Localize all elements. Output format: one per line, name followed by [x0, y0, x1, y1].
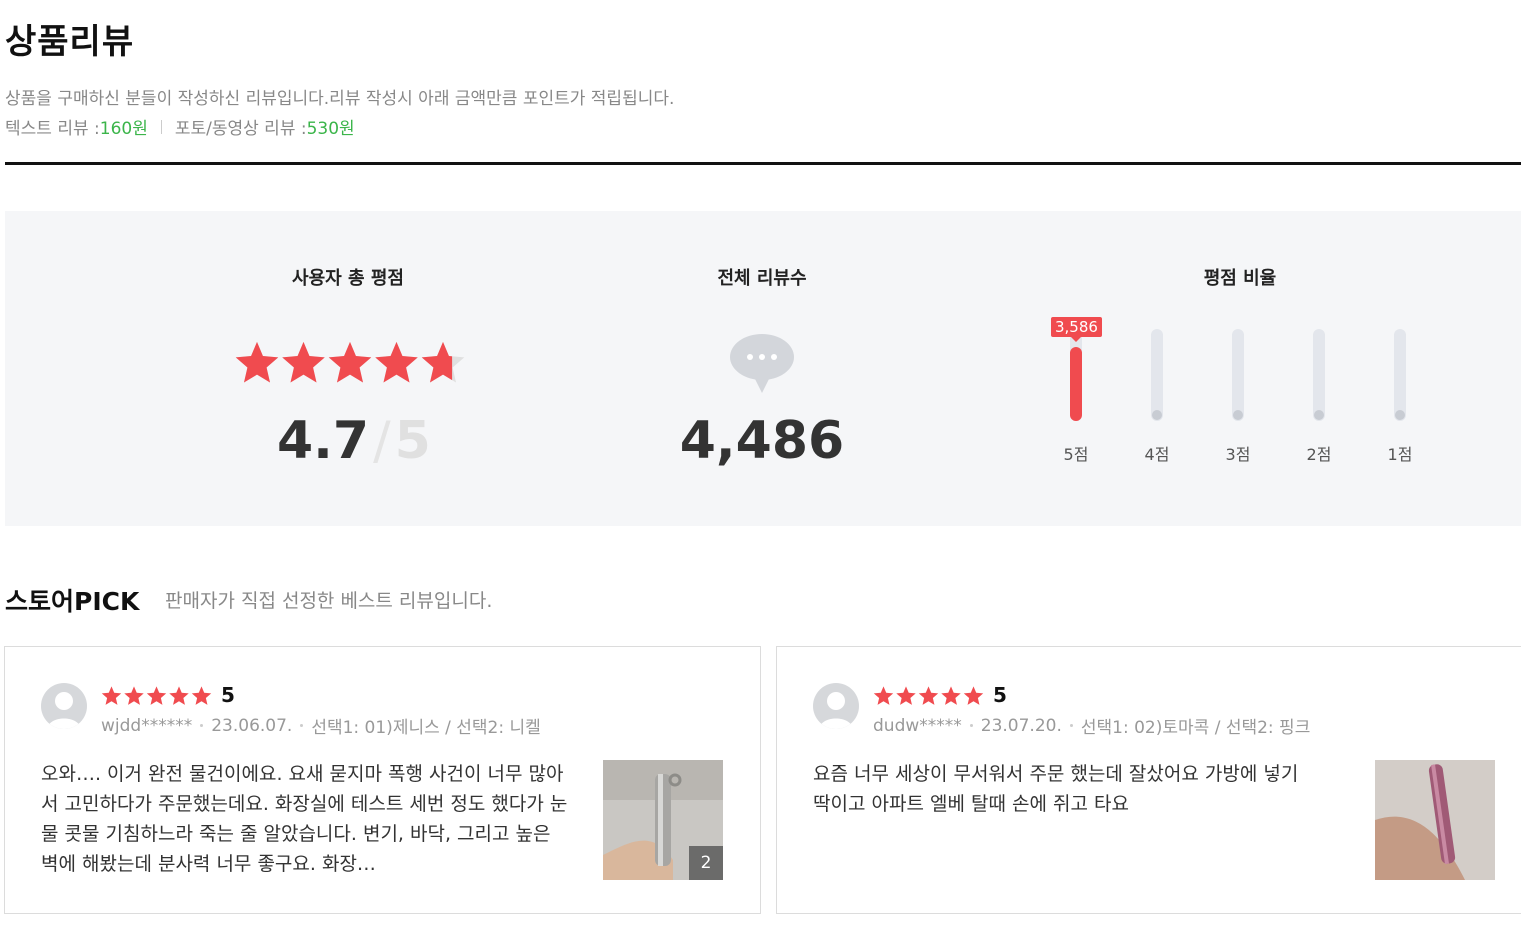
review-rating-value: 5 [993, 683, 1007, 707]
review-user: dudw***** [873, 715, 962, 736]
review-card[interactable]: 5 dudw***** 23.07.20. 선택1: 02)토마콕 / 선택2:… [776, 646, 1521, 914]
review-date: 23.06.07. [211, 715, 293, 736]
user-icon [819, 692, 853, 729]
store-pick-description: 판매자가 직접 선정한 베스트 리뷰입니다. [165, 590, 493, 612]
review-points-info: 텍스트 리뷰 : 160원 포토/동영상 리뷰 : 530원 [5, 114, 355, 139]
review-photo-thumbnail[interactable] [1375, 760, 1495, 880]
page-title: 상품리뷰 [5, 22, 135, 62]
rating-distribution-chart: 3,586 5점 4점 3점 2점 1점 [1045, 311, 1445, 481]
user-icon [47, 692, 81, 729]
rating-max: 5 [394, 411, 431, 471]
divider [969, 724, 973, 727]
rating-title: 사용자 총 평점 [292, 268, 404, 289]
review-text[interactable]: 오와…. 이거 완전 물건이에요. 요새 묻지마 폭행 사건이 너무 많아서 고… [41, 759, 571, 879]
text-review-point: 160원 [99, 119, 148, 139]
review-rating-value: 5 [221, 683, 235, 707]
text-review-label: 텍스트 리뷰 : [5, 119, 100, 139]
review-date: 23.07.20. [980, 715, 1062, 736]
photo-review-point: 530원 [306, 119, 355, 139]
review-meta: wjdd****** 23.06.07. 선택1: 01)제니스 / 선택2: … [101, 713, 541, 739]
rating-bar-5 [1070, 329, 1082, 421]
divider [160, 119, 162, 134]
rating-bar-label: 4점 [1144, 445, 1170, 464]
rating-score: 4.7/5 [277, 411, 431, 471]
rating-bar-1 [1394, 329, 1406, 421]
rating-bar-3 [1232, 329, 1244, 421]
rating-slash: / [373, 411, 391, 471]
review-user: wjdd****** [101, 715, 193, 736]
rating-bar-empty-dot [1233, 410, 1243, 420]
photo-count-badge: 2 [689, 846, 723, 880]
rating-stars-icon [873, 686, 984, 705]
review-description: 상품을 구매하신 분들이 작성하신 리뷰입니다.리뷰 작성시 아래 금액만큼 포… [5, 89, 675, 109]
divider [200, 724, 204, 727]
divider [1069, 724, 1073, 727]
rating-bar-4 [1151, 329, 1163, 421]
store-pick-title: 스토어PICK [5, 587, 140, 616]
review-photo-thumbnail[interactable]: 2 [603, 760, 723, 880]
rating-bar-label: 3점 [1225, 445, 1251, 464]
rating-stars-icon [235, 341, 465, 383]
review-text[interactable]: 요즘 너무 세상이 무서워서 주문 했는데 잘샀어요 가방에 넣기 딱이고 아파… [813, 759, 1313, 819]
avatar [813, 683, 859, 729]
review-count-title: 전체 리뷰수 [717, 268, 807, 289]
review-rating: 5 [873, 683, 1007, 707]
review-count-value: 4,486 [679, 411, 845, 471]
speech-bubble-icon [730, 334, 794, 393]
rating-count-tooltip: 3,586 [1051, 317, 1102, 343]
photo-review-label: 포토/동영상 리뷰 : [174, 119, 307, 139]
distribution-title: 평점 비율 [1203, 268, 1277, 289]
review-card[interactable]: 5 wjdd****** 23.06.07. 선택1: 01)제니스 / 선택2… [4, 646, 761, 914]
rating-bar-empty-dot [1395, 410, 1405, 420]
rating-bar-2 [1313, 329, 1325, 421]
review-meta: dudw***** 23.07.20. 선택1: 02)토마콕 / 선택2: 핑… [873, 713, 1311, 739]
rating-summary-panel: 사용자 총 평점 4.7/5 전체 리뷰수 4,486 평점 비율 3,586 … [5, 211, 1521, 526]
rating-bar-label: 5점 [1063, 445, 1089, 464]
section-divider [5, 162, 1521, 165]
rating-bar-empty-dot [1314, 410, 1324, 420]
review-photo [1375, 760, 1495, 880]
rating-bar-empty-dot [1152, 410, 1162, 420]
rating-bar-label: 2점 [1306, 445, 1332, 464]
rating-stars-icon [101, 686, 212, 705]
rating-bar-fill [1070, 347, 1082, 421]
review-option: 선택1: 02)토마콕 / 선택2: 핑크 [1080, 718, 1311, 738]
divider [300, 724, 304, 727]
rating-bar-label: 1점 [1387, 445, 1413, 464]
review-option: 선택1: 01)제니스 / 선택2: 니켈 [311, 718, 541, 738]
avatar [41, 683, 87, 729]
rating-value: 4.7 [277, 411, 370, 471]
review-rating: 5 [101, 683, 235, 707]
